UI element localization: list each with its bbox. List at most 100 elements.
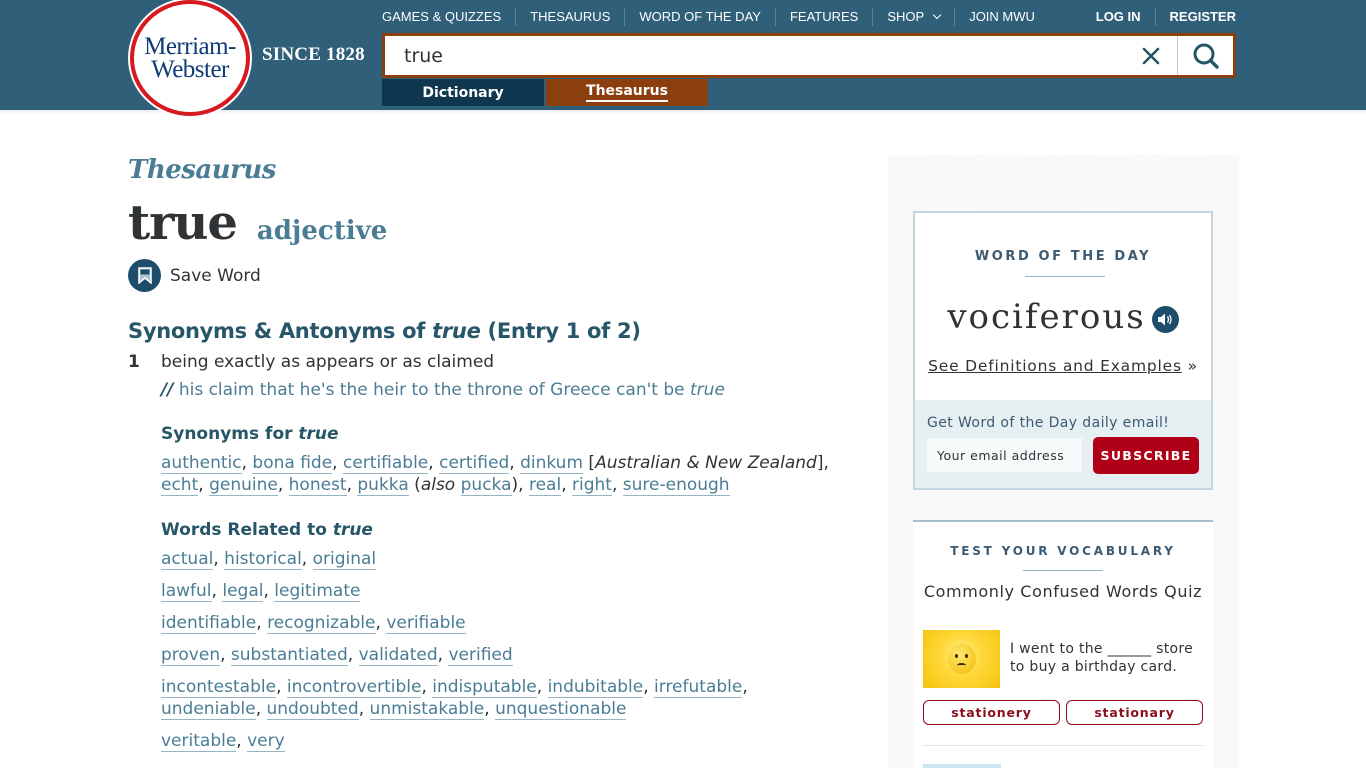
wod-email-signup: Get Word of the Day daily email! SUBSCRI… [915, 392, 1211, 488]
synonym-list: authentic, bona fide, certifiable, certi… [161, 453, 829, 496]
quiz-option-button[interactable]: stationery [923, 700, 1060, 725]
synonym-link[interactable]: echt [161, 475, 199, 496]
nav-label: JOIN MWU [969, 9, 1035, 24]
close-icon [1142, 47, 1160, 64]
nav-join-mwu[interactable]: JOIN MWU [955, 8, 1049, 26]
quiz-image [923, 630, 1000, 688]
nav-shop[interactable]: SHOP [873, 8, 956, 26]
related-word-link[interactable]: veritable [161, 731, 237, 752]
related-word-link[interactable]: lawful [161, 581, 212, 602]
related-word-link[interactable]: identifiable [161, 613, 257, 634]
email-field[interactable] [927, 438, 1082, 472]
search-button[interactable] [1177, 36, 1233, 75]
nav-games-quizzes[interactable]: GAMES & QUIZZES [382, 8, 517, 26]
divider [923, 745, 1203, 746]
nav-word-of-the-day[interactable]: WORD OF THE DAY [625, 8, 776, 26]
notch [945, 392, 975, 400]
login-link[interactable]: LOG IN [1082, 8, 1156, 26]
synonym-link[interactable]: bona fide [252, 453, 333, 474]
related-words-heading: Words Related to true [161, 520, 848, 540]
synonym-link[interactable]: dinkum [520, 453, 584, 474]
audio-pronunciation-button[interactable] [1151, 305, 1179, 333]
related-word-link[interactable]: proven [161, 645, 221, 666]
related-word-link[interactable]: validated [358, 645, 438, 666]
search-icon [1193, 43, 1219, 69]
clear-search-button[interactable] [1125, 36, 1177, 75]
synonym-link[interactable]: right [572, 475, 612, 496]
wod-kicker: WORD OF THE DAY [974, 249, 1152, 264]
synonym-link[interactable]: real [528, 475, 562, 496]
tab-dictionary[interactable]: Dictionary [382, 79, 544, 106]
synonym-link[interactable]: pukka [357, 475, 409, 496]
register-link[interactable]: REGISTER [1156, 8, 1236, 26]
top-navigation: GAMES & QUIZZES THESAURUS WORD OF THE DA… [382, 8, 1049, 26]
related-word-link[interactable]: historical [224, 549, 302, 570]
related-word-link[interactable]: very [247, 731, 285, 752]
related-word-link[interactable]: indubitable [547, 677, 644, 698]
related-word-link[interactable]: recognizable [267, 613, 376, 634]
save-word-label: Save Word [170, 265, 261, 286]
see-definitions-link[interactable]: See Definitions and Examples [928, 357, 1182, 375]
related-word-link[interactable]: undoubted [266, 699, 359, 720]
headword-row: true adjective [128, 195, 848, 251]
related-word-link[interactable]: verified [448, 645, 513, 666]
site-header: Merriam- Webster SINCE 1828 GAMES & QUIZ… [0, 0, 1366, 116]
headword: true [128, 195, 238, 251]
example-marker: // [161, 380, 174, 400]
entry-content: Thesaurus true adjective Save Word Synon… [128, 155, 848, 752]
related-word-link[interactable]: incontrovertible [286, 677, 422, 698]
heading-text: Synonyms & Antonyms of [128, 319, 433, 343]
nav-thesaurus[interactable]: THESAURUS [516, 8, 626, 26]
sense-number: 1 [128, 352, 140, 372]
divider [1025, 276, 1105, 277]
synonym-link[interactable]: sure-enough [622, 475, 730, 496]
related-word-link[interactable]: legal [222, 581, 264, 602]
sense-definition: being exactly as appears or as claimed [161, 352, 495, 372]
part-of-speech[interactable]: adjective [257, 216, 387, 246]
synonym-link[interactable]: certifiable [342, 453, 429, 474]
synonym-link[interactable]: honest [288, 475, 347, 496]
related-word-link[interactable]: verifiable [386, 613, 466, 634]
related-group: actual, historical, original [161, 549, 377, 570]
related-group: identifiable, recognizable, verifiable [161, 613, 466, 634]
synonym-link[interactable]: certified [439, 453, 510, 474]
synonym-link[interactable]: genuine [209, 475, 278, 496]
since-1828-tagline: SINCE 1828 [262, 44, 365, 65]
synonym-link[interactable]: authentic [161, 453, 242, 474]
search-input[interactable] [385, 36, 1125, 75]
related-word-link[interactable]: unmistakable [369, 699, 485, 720]
related-word-link[interactable]: substantiated [230, 645, 348, 666]
merriam-webster-logo[interactable]: Merriam- Webster [130, 0, 250, 116]
related-group: lawful, legal, legitimate [161, 581, 361, 602]
next-quiz-image [923, 764, 1001, 768]
synonyms-antonyms-heading: Synonyms & Antonyms of true (Entry 1 of … [128, 319, 848, 343]
tab-label: Thesaurus [586, 83, 668, 102]
thesaurus-brand: Thesaurus [128, 155, 276, 185]
related-word-link[interactable]: unquestionable [495, 699, 627, 720]
example-text: his claim that he's the heir to the thro… [173, 380, 691, 400]
related-word-link[interactable]: incontestable [161, 677, 277, 698]
sense-body: being exactly as appears or as claimed /… [161, 352, 848, 752]
synonyms-heading: Synonyms for true [161, 424, 848, 444]
wod-word[interactable]: vociferous [947, 297, 1145, 337]
subscribe-button[interactable]: SUBSCRIBE [1093, 437, 1199, 474]
tab-label: Dictionary [422, 84, 504, 101]
heading-word: true [332, 520, 373, 540]
synonym-link[interactable]: pucka [460, 475, 512, 496]
related-group: incontestable, incontrovertible, indispu… [161, 677, 748, 720]
related-word-link[interactable]: irrefutable [654, 677, 743, 698]
tab-thesaurus[interactable]: Thesaurus [546, 79, 708, 106]
wod-word-row: vociferous [915, 297, 1211, 337]
auth-links: LOG IN REGISTER [1082, 8, 1236, 26]
nav-features[interactable]: FEATURES [776, 8, 874, 26]
divider [1023, 570, 1103, 571]
related-word-link[interactable]: legitimate [274, 581, 361, 602]
quiz-title[interactable]: Commonly Confused Words Quiz [913, 582, 1213, 601]
related-word-link[interactable]: actual [161, 549, 214, 570]
thinking-face-icon [947, 644, 976, 674]
related-word-link[interactable]: indisputable [432, 677, 537, 698]
related-word-link[interactable]: undeniable [161, 699, 256, 720]
save-word-button[interactable]: Save Word [128, 259, 848, 292]
quiz-option-button[interactable]: stationary [1066, 700, 1203, 725]
related-word-link[interactable]: original [312, 549, 377, 570]
